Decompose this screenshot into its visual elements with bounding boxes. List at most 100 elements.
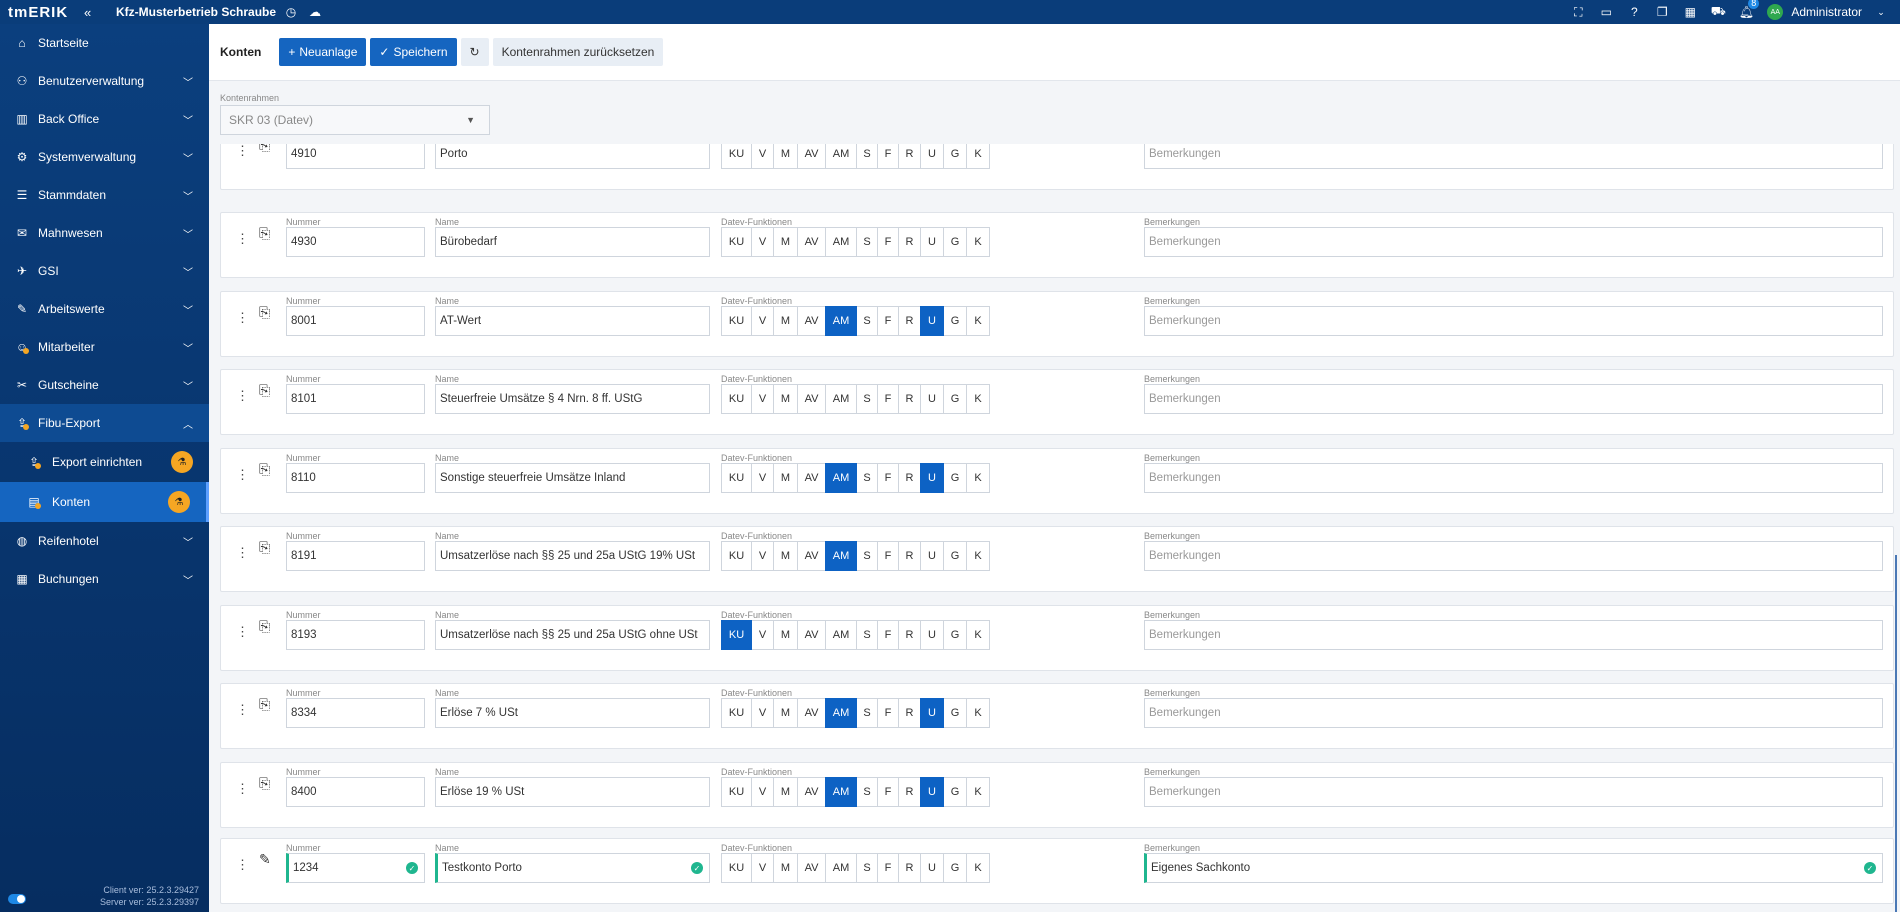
account-name-input[interactable]: AT-Wert — [435, 305, 710, 336]
datev-flag-r[interactable]: R — [898, 776, 921, 807]
datev-flag-am[interactable]: AM — [825, 462, 857, 493]
datev-flag-am[interactable]: AM — [825, 698, 857, 728]
datev-flag-m[interactable]: M — [773, 144, 798, 169]
datev-flag-s[interactable]: S — [856, 144, 878, 169]
datev-flag-g[interactable]: G — [943, 698, 967, 728]
datev-flag-f[interactable]: F — [877, 384, 899, 414]
datev-flag-s[interactable]: S — [856, 462, 878, 493]
datev-flag-am[interactable]: AM — [825, 853, 857, 883]
datev-flag-v[interactable]: V — [751, 776, 774, 807]
datev-flag-r[interactable]: R — [898, 619, 921, 650]
notifications-icon[interactable]: 🔔︎ 8 — [1737, 0, 1760, 21]
datev-flag-u[interactable]: U — [920, 853, 944, 883]
document-add-icon[interactable]: ⎘ — [259, 304, 277, 324]
datev-flag-m[interactable]: M — [773, 384, 798, 414]
datev-flag-r[interactable]: R — [898, 853, 921, 883]
row-menu-icon[interactable]: ⋮ — [236, 545, 249, 561]
datev-flag-am[interactable]: AM — [825, 227, 857, 257]
datev-flag-f[interactable]: F — [877, 698, 899, 728]
datev-flag-am[interactable]: AM — [825, 384, 857, 414]
datev-flag-m[interactable]: M — [773, 227, 798, 257]
datev-flag-k[interactable]: K — [966, 462, 990, 493]
datev-flag-ku[interactable]: KU — [721, 776, 752, 807]
account-name-input[interactable]: Sonstige steuerfreie Umsätze Inland — [435, 462, 710, 493]
datev-flag-s[interactable]: S — [856, 227, 878, 257]
datev-flag-u[interactable]: U — [920, 619, 944, 650]
datev-flag-s[interactable]: S — [856, 305, 878, 336]
datev-flag-u[interactable]: U — [920, 305, 944, 336]
row-menu-icon[interactable]: ⋮ — [236, 857, 249, 873]
calendar-icon[interactable]: ▦ — [1681, 3, 1699, 21]
datev-flag-m[interactable]: M — [773, 698, 798, 728]
remarks-input[interactable]: Bemerkungen — [1144, 227, 1883, 257]
datev-flag-v[interactable]: V — [751, 384, 774, 414]
datev-flag-g[interactable]: G — [943, 541, 967, 571]
datev-flag-v[interactable]: V — [751, 462, 774, 493]
datev-flag-m[interactable]: M — [773, 853, 798, 883]
refresh-button[interactable]: ↻ — [460, 38, 489, 66]
sidebar-item-gutscheine[interactable]: ✂ Gutscheine ﹀ — [0, 366, 209, 404]
datev-flag-m[interactable]: M — [773, 619, 798, 650]
datev-flag-s[interactable]: S — [856, 853, 878, 883]
datev-flag-av[interactable]: AV — [797, 853, 826, 883]
datev-flag-f[interactable]: F — [877, 305, 899, 336]
datev-flag-k[interactable]: K — [966, 541, 990, 571]
datev-flag-g[interactable]: G — [943, 776, 967, 807]
account-name-input[interactable]: Porto — [435, 144, 710, 169]
datev-flag-ku[interactable]: KU — [721, 227, 752, 257]
datev-flag-am[interactable]: AM — [825, 619, 857, 650]
datev-flag-ku[interactable]: KU — [721, 462, 752, 493]
account-name-input[interactable]: Erlöse 7 % USt — [435, 698, 710, 728]
datev-flag-u[interactable]: U — [920, 776, 944, 807]
account-number-input[interactable]: 8191 — [286, 541, 425, 571]
fullscreen-icon[interactable]: ⛶ — [1569, 3, 1587, 21]
document-add-icon[interactable]: ⎘ — [259, 539, 277, 559]
datev-flag-u[interactable]: U — [920, 227, 944, 257]
datev-flag-av[interactable]: AV — [797, 776, 826, 807]
account-name-input[interactable]: Steuerfreie Umsätze § 4 Nrn. 8 ff. UStG — [435, 384, 710, 414]
datev-flag-s[interactable]: S — [856, 384, 878, 414]
scrollbar[interactable] — [1895, 555, 1897, 912]
sidebar-subitem-konten[interactable]: ▤ Konten ⚗ — [0, 482, 209, 522]
datev-flag-v[interactable]: V — [751, 541, 774, 571]
row-menu-icon[interactable]: ⋮ — [236, 467, 249, 483]
datev-flag-v[interactable]: V — [751, 305, 774, 336]
datev-flag-m[interactable]: M — [773, 776, 798, 807]
datev-flag-v[interactable]: V — [751, 619, 774, 650]
sidebar-item-arbeitswerte[interactable]: ✎ Arbeitswerte ﹀ — [0, 290, 209, 328]
remarks-input[interactable]: Bemerkungen — [1144, 384, 1883, 414]
remarks-input[interactable]: Bemerkungen — [1144, 144, 1883, 169]
datev-flag-s[interactable]: S — [856, 776, 878, 807]
document-add-icon[interactable]: ⎘ — [259, 696, 277, 716]
sidebar-item-back-office[interactable]: ▥ Back Office ﹀ — [0, 100, 209, 138]
datev-flag-u[interactable]: U — [920, 384, 944, 414]
datev-flag-g[interactable]: G — [943, 619, 967, 650]
document-add-icon[interactable]: ⎘ — [259, 461, 277, 481]
new-button[interactable]: + Neuanlage — [279, 38, 367, 66]
datev-flag-av[interactable]: AV — [797, 698, 826, 728]
datev-flag-r[interactable]: R — [898, 144, 921, 169]
datev-flag-ku[interactable]: KU — [721, 619, 752, 650]
datev-flag-r[interactable]: R — [898, 462, 921, 493]
remarks-input[interactable]: Bemerkungen — [1144, 776, 1883, 807]
datev-flag-r[interactable]: R — [898, 698, 921, 728]
datev-flag-ku[interactable]: KU — [721, 698, 752, 728]
account-number-input[interactable]: 1234 ✓ — [286, 853, 425, 883]
datev-flag-f[interactable]: F — [877, 227, 899, 257]
datev-flag-k[interactable]: K — [966, 776, 990, 807]
sidebar-item-reifenhotel[interactable]: ◍ Reifenhotel ﹀ — [0, 522, 209, 560]
datev-flag-k[interactable]: K — [966, 384, 990, 414]
row-menu-icon[interactable]: ⋮ — [236, 310, 249, 326]
user-menu[interactable]: Administrator — [1791, 5, 1862, 19]
datev-flag-am[interactable]: AM — [825, 305, 857, 336]
datev-flag-ku[interactable]: KU — [721, 853, 752, 883]
theme-toggle[interactable] — [8, 894, 26, 904]
save-button[interactable]: ✓ Speichern — [370, 38, 457, 66]
sidebar-item-mahnwesen[interactable]: ✉ Mahnwesen ﹀ — [0, 214, 209, 252]
datev-flag-s[interactable]: S — [856, 541, 878, 571]
sidebar-item-gsi[interactable]: ✈ GSI ﹀ — [0, 252, 209, 290]
account-number-input[interactable]: 8400 — [286, 776, 425, 807]
remarks-input[interactable]: Bemerkungen — [1144, 462, 1883, 493]
datev-flag-k[interactable]: K — [966, 698, 990, 728]
kontenrahmen-select[interactable]: SKR 03 (Datev) ▼ — [220, 105, 490, 135]
